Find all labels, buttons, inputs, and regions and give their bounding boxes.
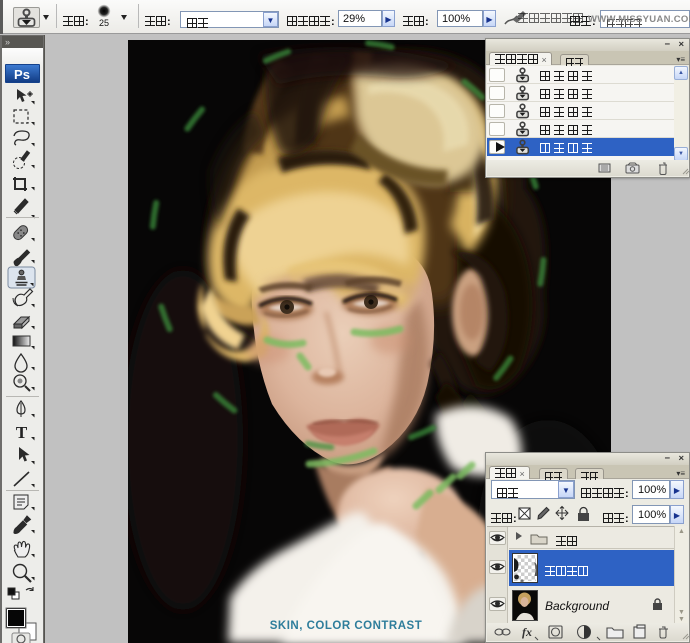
svg-text:SKIN, COLOR CONTRAST: SKIN, COLOR CONTRAST: [270, 620, 422, 632]
svg-text:T: T: [16, 423, 28, 442]
svg-text:fx: fx: [522, 625, 532, 639]
svg-text:Ps: Ps: [14, 67, 30, 82]
